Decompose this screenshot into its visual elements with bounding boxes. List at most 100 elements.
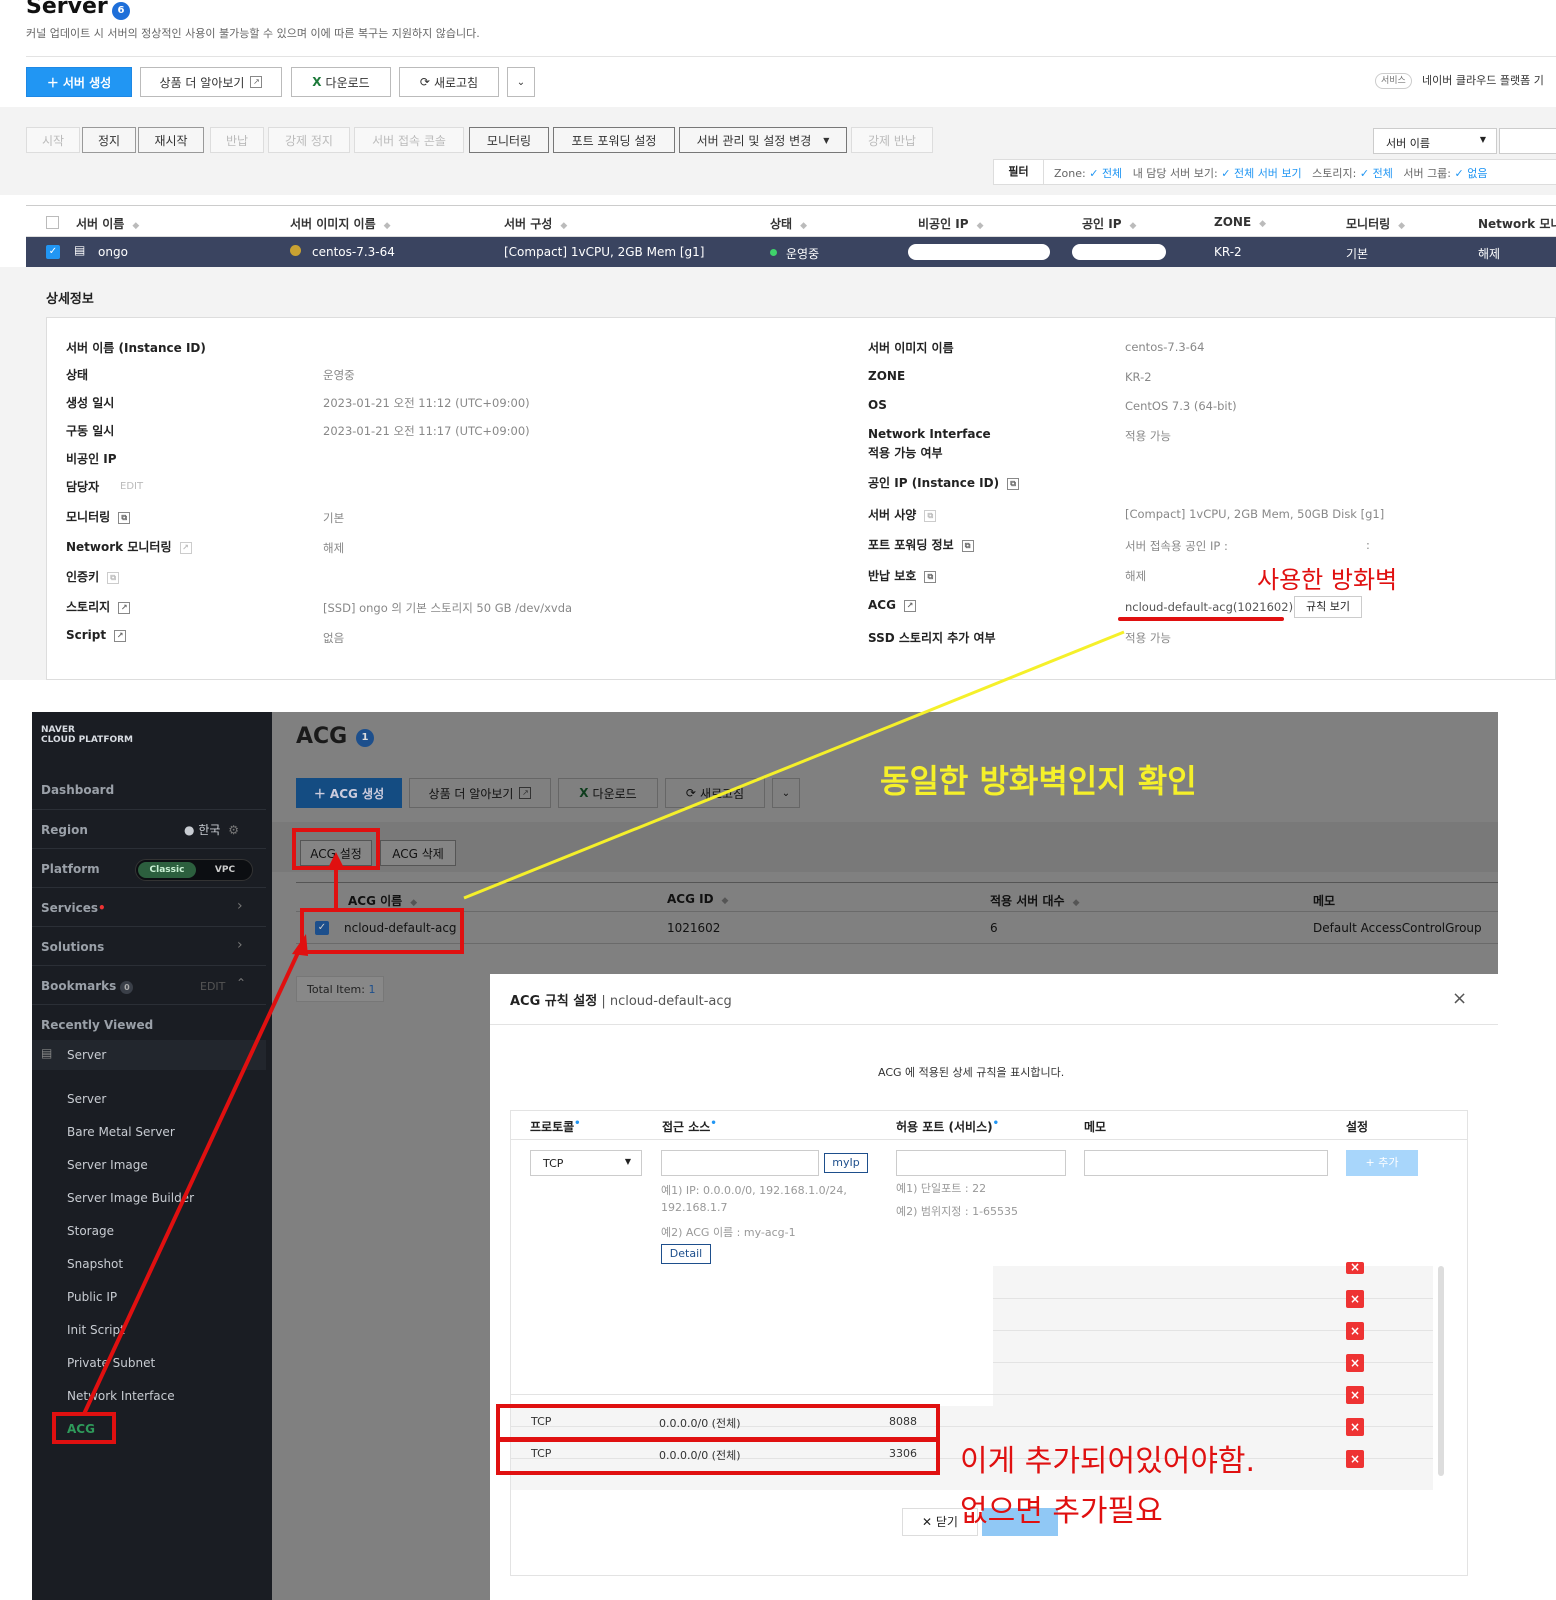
acg-create-button[interactable]: ＋ ACG 생성 bbox=[296, 778, 402, 808]
sidebar-item-private-subnet[interactable]: Private Subnet bbox=[67, 1356, 155, 1370]
owner-edit-link[interactable]: EDIT bbox=[120, 481, 143, 492]
sidebar-bookmarks[interactable]: Bookmarks 0 bbox=[41, 979, 134, 994]
detail-panel bbox=[46, 317, 1556, 680]
learn-more-button[interactable]: 상품 더 알아보기 ↗ bbox=[140, 67, 282, 97]
acg-delete-button[interactable]: ACG 삭제 bbox=[380, 840, 456, 866]
sidebar-item-init-script[interactable]: Init Script bbox=[67, 1323, 125, 1337]
popup-icon[interactable]: ⧉ bbox=[1007, 477, 1020, 490]
return-button[interactable]: 반납 bbox=[210, 127, 264, 153]
region-select[interactable]: ● 한국 ⚙ bbox=[184, 821, 239, 838]
detail-label-storage: 스토리지 ↗ bbox=[66, 598, 131, 615]
delete-rule-icon[interactable]: × bbox=[1346, 1290, 1364, 1308]
detail-button[interactable]: Detail bbox=[661, 1244, 711, 1264]
delete-rule-icon[interactable]: × bbox=[1346, 1261, 1364, 1274]
refresh-button[interactable]: ⟳ 새로고침 bbox=[399, 67, 499, 97]
sidebar-dashboard[interactable]: Dashboard bbox=[41, 783, 114, 797]
scrollbar[interactable] bbox=[1438, 1266, 1444, 1476]
restart-button[interactable]: 재시작 bbox=[138, 127, 204, 153]
popup-icon[interactable]: ⧉ bbox=[961, 539, 974, 552]
acg-row[interactable]: ✓ ncloud-default-acg 1021602 6 Default A… bbox=[296, 912, 1498, 944]
col-server-name[interactable]: 서버 이름 ◆ bbox=[76, 215, 139, 232]
col-spec[interactable]: 서버 구성 ◆ bbox=[504, 215, 567, 232]
select-all-checkbox[interactable] bbox=[46, 216, 59, 229]
acg-download-button[interactable]: X 다운로드 bbox=[558, 778, 658, 808]
col-acg-id[interactable]: ACG ID ◆ bbox=[667, 892, 728, 906]
sidebar-item-storage[interactable]: Storage bbox=[67, 1224, 114, 1238]
modal-close-icon[interactable]: × bbox=[1452, 988, 1467, 1009]
add-rule-button[interactable]: + 추가 bbox=[1346, 1150, 1418, 1176]
detail-value-acg[interactable]: ncloud-default-acg(1021602) bbox=[1125, 600, 1293, 614]
popup-icon[interactable]: ⧉ bbox=[107, 571, 120, 584]
external-link-icon: ↗ bbox=[250, 76, 263, 88]
external-link-icon[interactable]: ↗ bbox=[903, 599, 916, 612]
external-link-icon[interactable]: ↗ bbox=[114, 629, 127, 642]
delete-rule-icon[interactable]: × bbox=[1346, 1450, 1364, 1468]
filter-label[interactable]: 필터 bbox=[994, 160, 1044, 184]
sidebar-solutions[interactable]: Solutions bbox=[41, 940, 104, 954]
sidebar-services[interactable]: Services• bbox=[41, 901, 106, 915]
server-manage-dropdown[interactable]: 서버 관리 및 설정 변경 ▼ bbox=[679, 127, 847, 153]
acg-refresh-button[interactable]: ⟳ 새로고침 bbox=[665, 778, 765, 808]
col-monitoring[interactable]: 모니터링 ◆ bbox=[1346, 215, 1405, 232]
source-input[interactable] bbox=[661, 1150, 819, 1176]
bookmarks-edit[interactable]: EDIT bbox=[200, 980, 225, 993]
acg-more-dropdown[interactable]: ⌄ bbox=[772, 778, 800, 808]
port-forwarding-button[interactable]: 포트 포워딩 설정 bbox=[553, 127, 675, 153]
popup-icon[interactable]: ⧉ bbox=[924, 509, 937, 522]
delete-rule-icon[interactable]: × bbox=[1346, 1322, 1364, 1340]
popup-icon[interactable]: ⧉ bbox=[118, 511, 131, 524]
search-input[interactable] bbox=[1499, 128, 1556, 154]
delete-rule-icon[interactable]: × bbox=[1346, 1418, 1364, 1436]
force-stop-button[interactable]: 강제 정지 bbox=[268, 127, 350, 153]
sidebar-platform[interactable]: Platform bbox=[41, 862, 100, 876]
port-input[interactable] bbox=[896, 1150, 1066, 1176]
protocol-select[interactable]: TCP ▼ bbox=[530, 1150, 642, 1176]
col-acg-name[interactable]: ACG 이름 ◆ bbox=[348, 892, 417, 909]
col-network-monitoring[interactable]: Network 모니터 bbox=[1478, 215, 1556, 232]
platform-toggle[interactable]: Classic VPC bbox=[135, 859, 253, 881]
memo-input[interactable] bbox=[1084, 1150, 1328, 1176]
external-link-icon[interactable]: ↗ bbox=[179, 541, 192, 554]
download-button[interactable]: X 다운로드 bbox=[291, 67, 391, 97]
filter-summary[interactable]: Zone: ✓ 전체 내 담당 서버 보기: ✓ 전체 서버 보기 스토리지: … bbox=[1054, 165, 1487, 181]
rule-view-button[interactable]: 규칙 보기 bbox=[1294, 596, 1362, 618]
sidebar-item-image-builder[interactable]: Server Image Builder bbox=[67, 1191, 194, 1205]
col-status[interactable]: 상태 ◆ bbox=[770, 215, 807, 232]
create-server-button[interactable]: ＋ 서버 생성 bbox=[26, 67, 132, 97]
server-row[interactable]: ✓ ▤ ongo centos-7.3-64 [Compact] 1vCPU, … bbox=[26, 237, 1556, 267]
acg-learn-more-button[interactable]: 상품 더 알아보기 ↗ bbox=[409, 778, 551, 808]
col-acg-server-count[interactable]: 적용 서버 대수 ◆ bbox=[990, 892, 1080, 909]
myip-button[interactable]: myIp bbox=[824, 1153, 868, 1173]
delete-rule-icon[interactable]: × bbox=[1346, 1354, 1364, 1372]
search-select[interactable]: 서버 이름 ▼ bbox=[1373, 128, 1497, 154]
col-image-name[interactable]: 서버 이미지 이름 ◆ bbox=[290, 215, 391, 232]
sidebar-server-section[interactable]: ▤ Server bbox=[32, 1040, 266, 1070]
col-zone[interactable]: ZONE ◆ bbox=[1214, 215, 1266, 229]
col-public-ip[interactable]: 공인 IP ◆ bbox=[1082, 215, 1136, 232]
vpc-option[interactable]: VPC bbox=[200, 862, 250, 878]
detail-label-public-ip: 공인 IP (Instance ID) ⧉ bbox=[868, 474, 1020, 491]
sidebar-item-network-interface[interactable]: Network Interface bbox=[67, 1389, 175, 1403]
sidebar-item-server[interactable]: Server bbox=[67, 1092, 106, 1106]
more-dropdown-button[interactable]: ⌄ bbox=[507, 67, 535, 97]
external-link-icon[interactable]: ↗ bbox=[118, 601, 131, 614]
detail-value-port-forwarding: 서버 접속용 공인 IP : bbox=[1125, 539, 1228, 553]
col-private-ip[interactable]: 비공인 IP ◆ bbox=[918, 215, 983, 232]
force-return-button[interactable]: 강제 반납 bbox=[851, 127, 933, 153]
row-checkbox[interactable]: ✓ bbox=[46, 245, 60, 259]
modal-title: ACG 규칙 설정 | ncloud-default-acg bbox=[510, 994, 732, 1009]
sidebar-item-public-ip[interactable]: Public IP bbox=[67, 1290, 117, 1304]
col-acg-memo[interactable]: 메모 bbox=[1313, 892, 1335, 909]
modal-divider bbox=[490, 1024, 1498, 1025]
delete-rule-icon[interactable]: × bbox=[1346, 1386, 1364, 1404]
console-button[interactable]: 서버 접속 콘솔 bbox=[354, 127, 464, 153]
monitoring-button[interactable]: 모니터링 bbox=[469, 127, 549, 153]
sidebar-item-server-image[interactable]: Server Image bbox=[67, 1158, 148, 1172]
popup-icon[interactable]: ⧉ bbox=[924, 570, 937, 583]
sidebar-item-snapshot[interactable]: Snapshot bbox=[67, 1257, 123, 1271]
stop-button[interactable]: 정지 bbox=[82, 127, 136, 153]
start-button[interactable]: 시작 bbox=[26, 127, 80, 153]
sidebar-region[interactable]: Region bbox=[41, 823, 88, 837]
classic-option[interactable]: Classic bbox=[138, 862, 196, 878]
sidebar-item-bare-metal[interactable]: Bare Metal Server bbox=[67, 1125, 175, 1139]
